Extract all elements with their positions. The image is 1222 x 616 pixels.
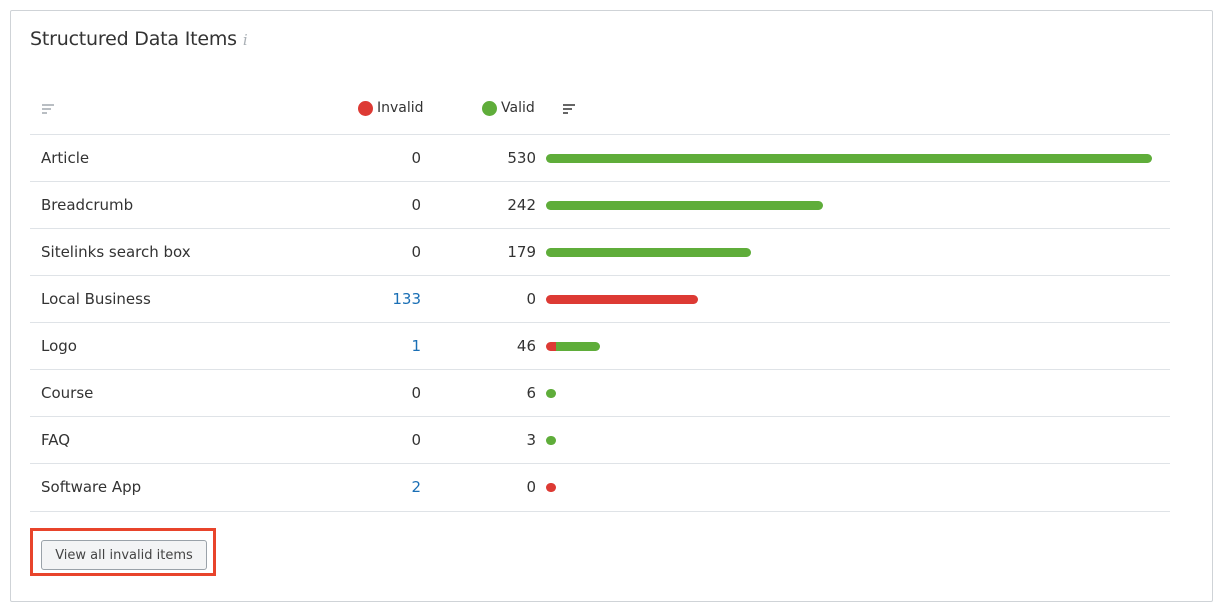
bar-valid-segment (546, 154, 1152, 163)
row-name: Sitelinks search box (41, 243, 191, 261)
invalid-count: 0 (411, 196, 421, 214)
table-row[interactable]: Breadcrumb 0 242 (30, 181, 1170, 229)
valid-count: 3 (526, 431, 536, 449)
bar-valid-segment (546, 248, 751, 257)
invalid-count[interactable]: 133 (392, 290, 421, 308)
table-divider (30, 511, 1170, 512)
table-row[interactable]: FAQ 0 3 (30, 416, 1170, 464)
invalid-count: 0 (411, 431, 421, 449)
invalid-dot-icon (358, 100, 373, 116)
table-row[interactable]: Local Business 133 0 (30, 275, 1170, 323)
sort-valid-icon[interactable] (563, 104, 575, 114)
valid-count: 530 (507, 149, 536, 167)
invalid-count[interactable]: 1 (411, 337, 421, 355)
row-bar (546, 248, 751, 257)
bar-valid-segment (546, 389, 556, 398)
valid-column-header: Valid (482, 100, 535, 116)
table-row[interactable]: Logo 1 46 (30, 322, 1170, 370)
bar-invalid-segment (546, 483, 556, 492)
row-name: Logo (41, 337, 77, 355)
bar-valid-segment (546, 436, 556, 445)
valid-count: 0 (526, 290, 536, 308)
info-icon[interactable]: i (243, 31, 248, 49)
valid-count: 0 (526, 478, 536, 496)
row-bar (546, 295, 699, 304)
bar-invalid-segment (546, 342, 556, 351)
row-bar (546, 389, 556, 398)
valid-count: 46 (516, 337, 536, 355)
view-all-invalid-items-button[interactable]: View all invalid items (41, 540, 207, 570)
invalid-count: 0 (411, 384, 421, 402)
bar-valid-segment (556, 342, 600, 351)
row-bar (546, 342, 600, 351)
row-bar (546, 436, 556, 445)
bar-valid-segment (546, 201, 823, 210)
row-name: Software App (41, 478, 142, 496)
invalid-count: 0 (411, 149, 421, 167)
row-name: Local Business (41, 290, 151, 308)
valid-label: Valid (501, 100, 535, 116)
invalid-count: 0 (411, 243, 421, 261)
widget-title-text: Structured Data Items (30, 28, 237, 50)
widget-title: Structured Data Items i (30, 28, 248, 50)
row-name: Article (41, 149, 90, 167)
valid-count: 179 (507, 243, 536, 261)
table-row[interactable]: Article 0 530 (30, 134, 1170, 182)
row-name: FAQ (41, 431, 71, 449)
row-name: Breadcrumb (41, 196, 134, 214)
valid-dot-icon (482, 100, 497, 116)
bar-invalid-segment (546, 295, 699, 304)
row-bar (546, 483, 556, 492)
row-bar (546, 154, 1152, 163)
invalid-column-header: Invalid (358, 100, 424, 116)
row-bar (546, 201, 823, 210)
invalid-count[interactable]: 2 (411, 478, 421, 496)
table-row[interactable]: Course 0 6 (30, 369, 1170, 417)
table-row[interactable]: Software App 2 0 (30, 463, 1170, 511)
invalid-label: Invalid (377, 100, 424, 116)
sort-name-icon[interactable] (42, 104, 54, 114)
table-header: Invalid Valid (30, 87, 1170, 131)
table-row[interactable]: Sitelinks search box 0 179 (30, 228, 1170, 276)
valid-count: 6 (526, 384, 536, 402)
row-name: Course (41, 384, 94, 402)
valid-count: 242 (507, 196, 536, 214)
